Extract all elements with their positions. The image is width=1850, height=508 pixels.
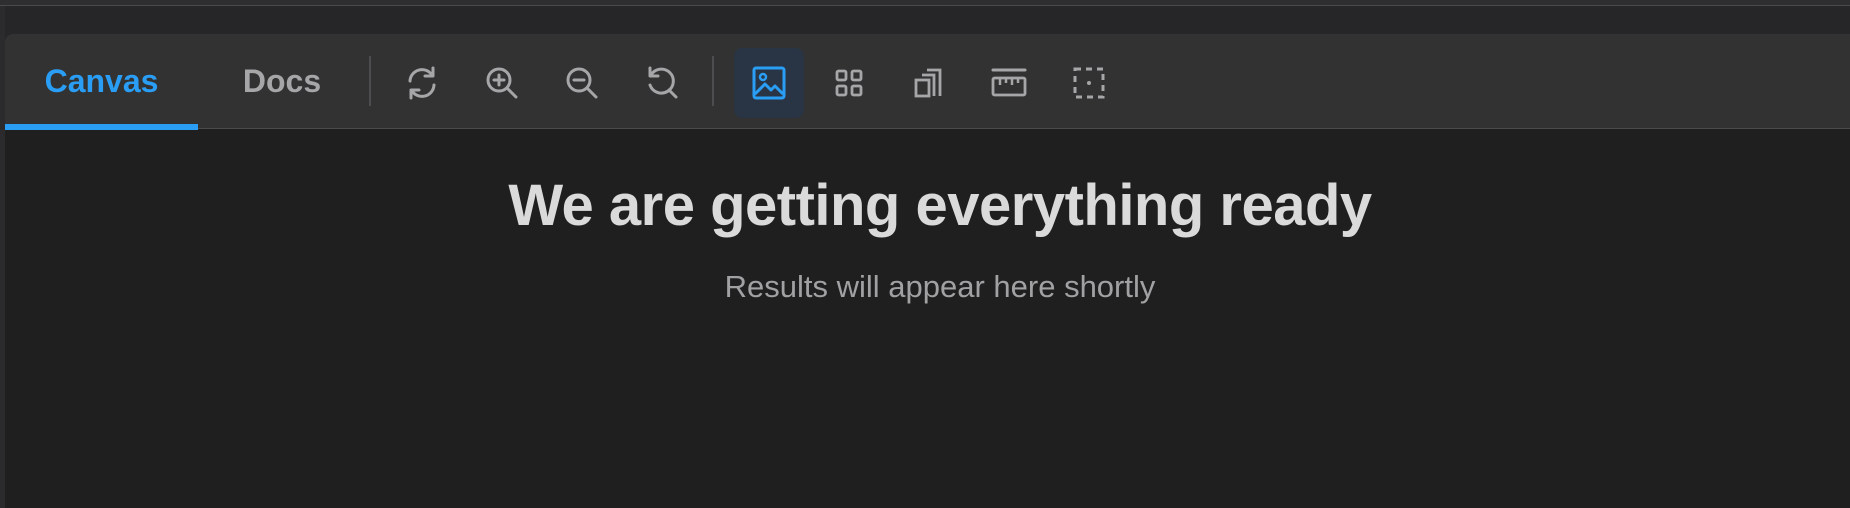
window-top-border (0, 0, 1850, 6)
zoom-in-button[interactable] (467, 48, 537, 118)
reset-zoom-button[interactable] (627, 48, 697, 118)
loading-subheading: Results will appear here shortly (724, 269, 1156, 304)
image-view-button[interactable] (734, 48, 804, 118)
toolbar-divider (712, 56, 714, 106)
grid-view-icon (835, 69, 863, 97)
zoom-out-icon (566, 67, 598, 99)
ruler-icon (991, 68, 1027, 97)
refresh-button[interactable] (387, 48, 457, 118)
canvas-content: We are getting everything ready Results … (5, 130, 1850, 508)
tab-canvas[interactable]: Canvas (5, 34, 198, 130)
tab-docs-label: Docs (242, 63, 322, 99)
layers-button[interactable] (894, 48, 964, 118)
zoom-out-button[interactable] (547, 48, 617, 118)
selection-button[interactable] (1054, 48, 1124, 118)
refresh-icon (408, 66, 436, 100)
app-window: Canvas Docs We are getting everything re… (0, 0, 1850, 508)
zoom-in-icon (486, 67, 518, 99)
toolbar-divider (369, 56, 371, 106)
ruler-button[interactable] (974, 48, 1044, 118)
selection-icon (1073, 67, 1105, 99)
layers-icon (914, 68, 942, 98)
loading-heading: We are getting everything ready (508, 173, 1372, 238)
tab-docs[interactable]: Docs (198, 34, 366, 129)
preview-panel: Canvas Docs We are getting everything re… (5, 34, 1850, 508)
tab-canvas-label: Canvas (44, 63, 159, 99)
panel-toolbar: Canvas Docs (5, 34, 1850, 130)
image-view-icon (752, 66, 786, 100)
grid-view-button[interactable] (814, 48, 884, 118)
reset-zoom-icon (648, 66, 678, 99)
